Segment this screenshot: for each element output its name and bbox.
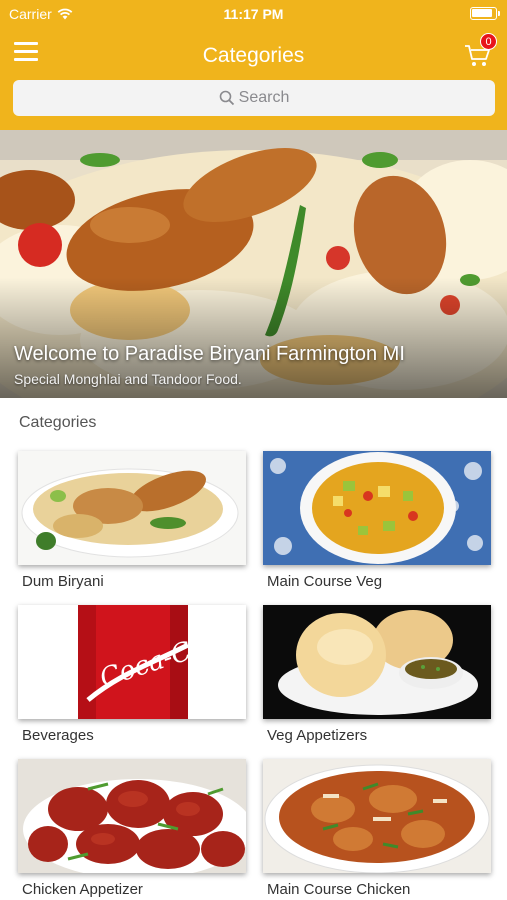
category-card-beverages[interactable]: Coca-Cola Beverages (18, 605, 246, 744)
cart-button[interactable]: 0 (463, 33, 497, 68)
category-image: Coca-Cola (18, 605, 246, 719)
search-icon (219, 90, 234, 106)
battery-icon (470, 7, 500, 20)
hero-title: Welcome to Paradise Biryani Farmington M… (14, 343, 405, 365)
page-title: Categories (202, 44, 305, 67)
hero-banner[interactable]: Welcome to Paradise Biryani Farmington M… (0, 130, 507, 398)
category-card-main-course-veg[interactable]: Main Course Veg (263, 451, 491, 590)
category-image (263, 759, 491, 873)
status-bar: Carrier 11:17 PM (0, 0, 507, 28)
category-card-main-course-chicken[interactable]: Main Course Chicken (263, 759, 491, 898)
category-label: Beverages (22, 727, 94, 744)
category-card-dum-biryani[interactable]: Dum Biryani (18, 451, 246, 590)
category-image (263, 605, 491, 719)
category-image (18, 451, 246, 565)
search-input[interactable]: Search (13, 80, 495, 116)
category-label: Main Course Veg (267, 573, 383, 590)
category-label: Dum Biryani (22, 573, 104, 590)
category-image (263, 451, 491, 565)
category-image (18, 759, 246, 873)
category-card-veg-appetizers[interactable]: Veg Appetizers (263, 605, 491, 744)
status-time: 11:17 PM (223, 6, 284, 22)
category-label: Veg Appetizers (267, 727, 368, 744)
category-card-chicken-appetizer[interactable]: Chicken Appetizer (18, 759, 246, 898)
category-label: Main Course Chicken (267, 881, 411, 898)
hero-subtitle: Special Monghlai and Tandoor Food. (14, 371, 242, 387)
section-title: Categories (19, 414, 97, 431)
app-header: Carrier 11:17 PM Categories 0 Search (0, 0, 507, 130)
nav-bar: Categories 0 (0, 33, 507, 78)
category-label: Chicken Appetizer (22, 881, 143, 898)
cart-count-badge: 0 (480, 33, 497, 50)
search-placeholder: Search (238, 89, 290, 106)
